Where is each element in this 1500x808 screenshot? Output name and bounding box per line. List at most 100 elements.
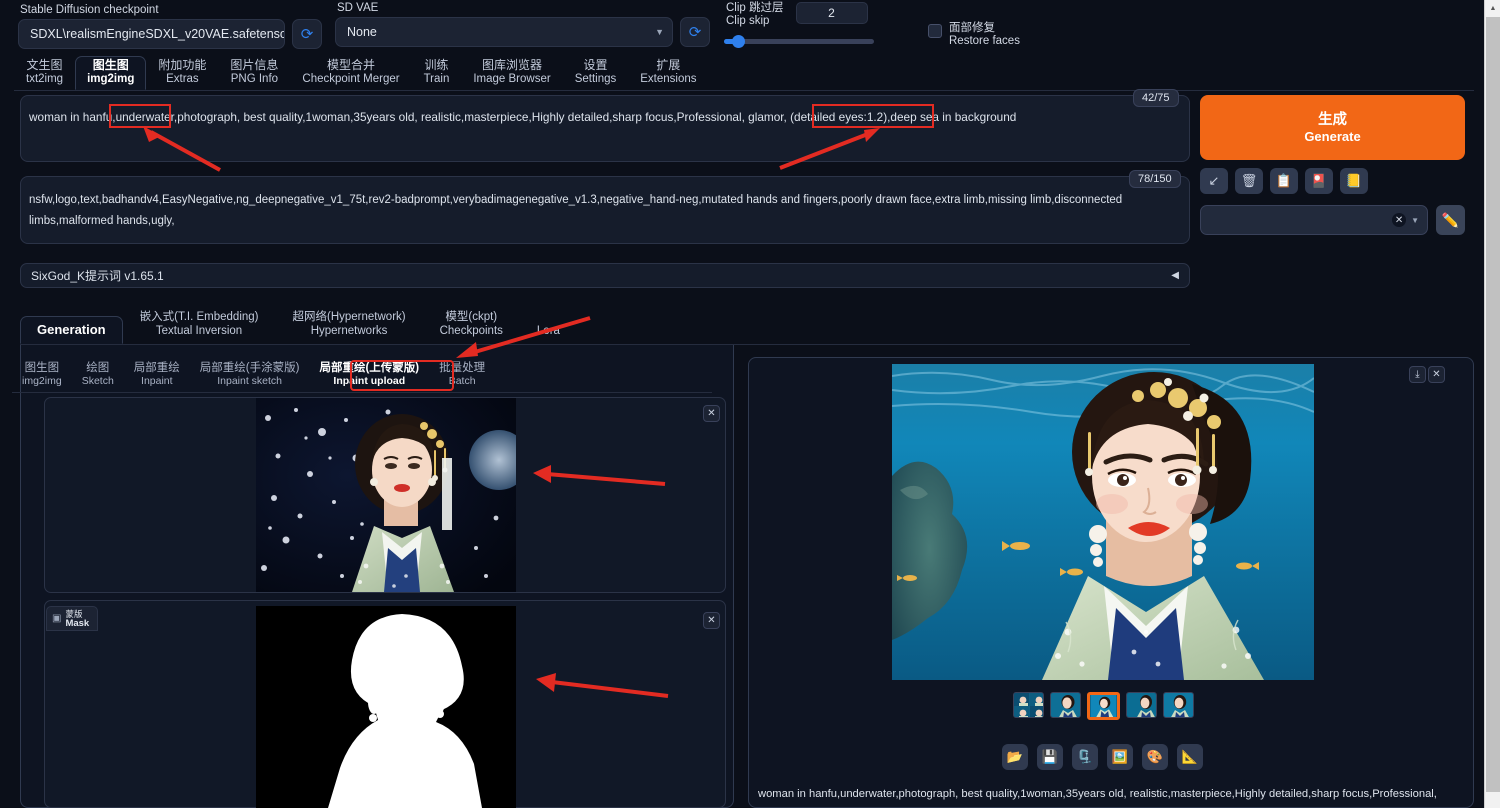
triangle-left-icon[interactable]: ◀	[1171, 270, 1179, 281]
tab-txt2img-cn: 文生图	[26, 58, 63, 72]
refresh-vae-icon[interactable]: ⟳	[680, 17, 710, 47]
clip-skip-value[interactable]: 2	[795, 2, 868, 24]
generate-button[interactable]: 生成 Generate	[1200, 95, 1465, 160]
chevron-down-icon: ▼	[1411, 215, 1419, 225]
page-scrollbar[interactable]: ▲	[1484, 0, 1500, 808]
tab-image-browser-cn: 图库浏览器	[482, 58, 543, 72]
vae-select[interactable]: None ▼	[335, 17, 673, 47]
thumbnail-item[interactable]	[1050, 692, 1081, 718]
subtab-inpaint-sketch[interactable]: 局部重绘(手涂蒙版) Inpaint sketch	[190, 360, 310, 390]
styles-select[interactable]: ✕ ▼	[1200, 205, 1428, 235]
tab-png-info[interactable]: 图片信息 PNG Info	[218, 56, 290, 90]
scrollbar-thumb[interactable]	[1486, 17, 1500, 792]
folder-styles-icon[interactable]: 📒	[1340, 168, 1368, 194]
thumbnail-item-selected[interactable]	[1087, 692, 1120, 720]
clipboard-icon[interactable]: 📋	[1270, 168, 1298, 194]
tab-generation-label: Generation	[37, 321, 106, 337]
annotation-box-inpaint-upload	[350, 360, 454, 391]
subtab-divider	[12, 392, 712, 393]
mask-image[interactable]	[256, 606, 516, 808]
refresh-checkpoint-icon[interactable]: ⟳	[292, 19, 322, 49]
negative-prompt-textarea[interactable]: nsfw,logo,text,badhandv4,EasyNegative,ng…	[20, 176, 1190, 244]
slider-knob[interactable]	[732, 35, 745, 48]
chevron-down-icon: ▼	[655, 27, 664, 37]
extra-networks-icon[interactable]: 🎴	[1305, 168, 1333, 194]
send-to-inpaint-icon[interactable]: 🎨	[1142, 744, 1168, 770]
sixgod-accordion[interactable]: SixGod_K提示词 v1.65.1 ◀	[20, 263, 1190, 288]
subtab-inpaint-cn: 局部重绘	[133, 362, 180, 374]
clip-skip-label-en: Clip skip	[726, 15, 770, 27]
restore-faces-label: 面部修复 Restore faces	[949, 22, 1020, 48]
tab-txt2img-en: txt2img	[26, 72, 64, 85]
tab-extensions-cn: 扩展	[656, 58, 681, 72]
source-image[interactable]	[256, 398, 516, 592]
save-icon[interactable]: 💾	[1037, 744, 1063, 770]
clip-skip-slider[interactable]	[724, 35, 874, 48]
tab-textual-inversion[interactable]: 嵌入式(T.I. Embedding) Textual Inversion	[123, 307, 276, 344]
tab-img2img[interactable]: 图生图 img2img	[75, 56, 147, 90]
close-icon[interactable]: ✕	[1428, 366, 1445, 383]
checkpoint-group: Stable Diffusion checkpoint SDXL\realism…	[18, 4, 322, 49]
arrow-restore-icon[interactable]: ↙	[1200, 168, 1228, 194]
tab-checkpoint-merger-en: Checkpoint Merger	[302, 72, 400, 85]
subtab-sketch[interactable]: 绘图 Sketch	[72, 360, 124, 390]
result-image-render	[892, 364, 1314, 680]
sixgod-accordion-title: SixGod_K提示词 v1.65.1	[31, 269, 164, 283]
pencil-edit-icon[interactable]: ✏️	[1436, 205, 1465, 235]
clear-x-icon[interactable]: ✕	[1392, 213, 1407, 227]
annotation-arrow-inpaint-upload	[456, 316, 591, 358]
tab-img2img-en: img2img	[87, 72, 135, 85]
result-tool-row: 📂 💾 🗜️ 🖼️ 🎨 📐	[1002, 744, 1203, 770]
checkpoint-label: Stable Diffusion checkpoint	[20, 4, 159, 16]
annotation-arrow-source-image	[533, 465, 666, 486]
source-image-close-icon[interactable]: ✕	[703, 405, 720, 422]
negative-prompt-text: nsfw,logo,text,badhandv4,EasyNegative,ng…	[29, 194, 1123, 227]
checkpoint-value: SDXL\realismEngineSDXL_v20VAE.safetensor…	[30, 27, 285, 41]
thumbnail-render	[1014, 693, 1043, 717]
tab-hypernetworks[interactable]: 超网络(Hypernetwork) Hypernetworks	[276, 307, 423, 344]
subtab-inpaint[interactable]: 局部重绘 Inpaint	[124, 360, 190, 390]
restore-faces-group[interactable]: 面部修复 Restore faces	[928, 22, 1020, 48]
tab-txt2img[interactable]: 文生图 txt2img	[14, 56, 75, 90]
negative-token-counter: 78/150	[1129, 170, 1181, 188]
download-icon[interactable]: ⤓	[1409, 366, 1426, 383]
result-image[interactable]	[892, 364, 1314, 680]
tab-settings[interactable]: 设置 Settings	[563, 56, 629, 90]
annotation-arrow-deep-sea	[779, 128, 880, 170]
thumbnail-item[interactable]	[1126, 692, 1157, 718]
tab-image-browser-en: Image Browser	[473, 72, 551, 85]
tab-hypernetworks-en: Hypernetworks	[310, 324, 388, 337]
thumbnail-render	[1090, 695, 1117, 717]
thumbnail-item[interactable]	[1163, 692, 1194, 718]
zip-icon[interactable]: 🗜️	[1072, 744, 1098, 770]
generate-label-cn: 生成	[1318, 111, 1347, 128]
thumbnail-item[interactable]	[1013, 692, 1044, 718]
subtab-sketch-en: Sketch	[81, 375, 114, 387]
source-image-render	[256, 398, 516, 592]
tab-generation[interactable]: Generation	[20, 315, 123, 344]
subtab-inpaint-en: Inpaint	[141, 375, 173, 387]
tab-checkpoint-merger-cn: 模型合并	[326, 58, 375, 72]
generate-icon-row: ↙ 🗑 📋 🎴 📒	[1200, 168, 1470, 194]
mask-image-close-icon[interactable]: ✕	[703, 612, 720, 629]
open-folder-icon[interactable]: 📂	[1002, 744, 1028, 770]
scroll-up-icon[interactable]: ▲	[1485, 0, 1500, 16]
checkpoint-select[interactable]: SDXL\realismEngineSDXL_v20VAE.safetensor…	[18, 19, 285, 49]
send-to-extras-icon[interactable]: 📐	[1177, 744, 1203, 770]
send-to-img2img-icon[interactable]: 🖼️	[1107, 744, 1133, 770]
tab-image-browser[interactable]: 图库浏览器 Image Browser	[461, 56, 562, 90]
thumbnail-render	[1127, 693, 1156, 717]
result-thumbnail-strip	[1013, 692, 1194, 720]
trash-icon[interactable]: 🗑	[1235, 168, 1263, 194]
styles-row: ✕ ▼ ✏️	[1200, 205, 1470, 235]
subtab-sketch-cn: 绘图	[86, 362, 110, 374]
tab-checkpoint-merger[interactable]: 模型合并 Checkpoint Merger	[290, 56, 411, 90]
tab-textual-inversion-cn: 嵌入式(T.I. Embedding)	[139, 311, 259, 323]
tab-train[interactable]: 训练 Train	[412, 56, 462, 90]
tab-hypernetworks-cn: 超网络(Hypernetwork)	[292, 311, 406, 323]
restore-faces-checkbox[interactable]	[928, 24, 942, 38]
tab-extensions[interactable]: 扩展 Extensions	[628, 56, 708, 90]
subtab-img2img[interactable]: 图生图 img2img	[12, 360, 72, 390]
tab-extras[interactable]: 附加功能 Extras	[146, 56, 218, 90]
annotation-arrow-underwater	[143, 126, 221, 172]
